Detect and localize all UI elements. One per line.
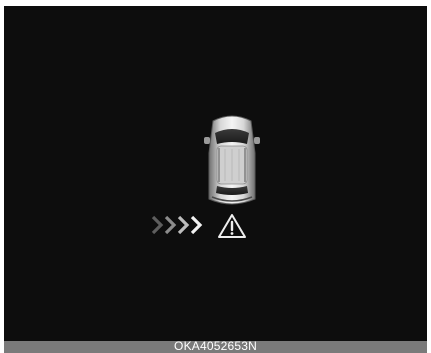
chevron-4 xyxy=(190,215,203,235)
cluster-display xyxy=(4,6,427,341)
vehicle-top-view-icon xyxy=(204,115,260,205)
figure-frame: OKA4052653N xyxy=(0,0,431,353)
chevron-1 xyxy=(151,215,164,235)
chevrons-right-icon xyxy=(151,215,203,235)
caption-bar: OKA4052653N xyxy=(4,339,427,353)
chevron-3 xyxy=(177,215,190,235)
warning-triangle-icon xyxy=(218,214,246,238)
chevron-2 xyxy=(164,215,177,235)
figure-code: OKA4052653N xyxy=(174,339,257,353)
